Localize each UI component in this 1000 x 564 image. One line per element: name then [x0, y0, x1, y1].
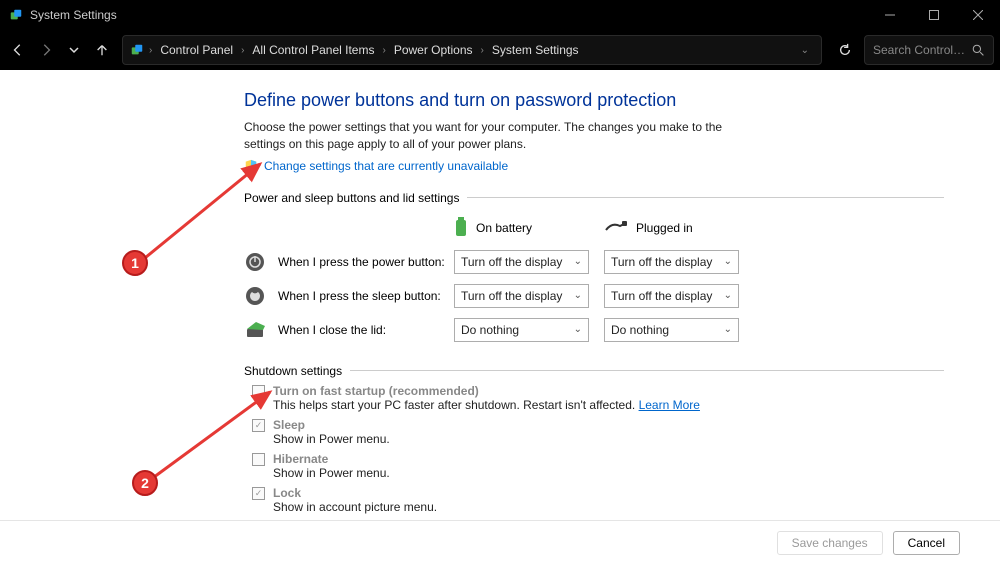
breadcrumb-item[interactable]: Power Options	[390, 43, 477, 57]
row-label: When I press the sleep button:	[278, 289, 441, 303]
chevron-down-icon: ⌄	[574, 256, 582, 267]
maximize-button[interactable]	[912, 0, 956, 30]
titlebar: System Settings	[0, 0, 1000, 30]
chevron-down-icon: ⌄	[724, 256, 732, 267]
opt-title: Lock	[273, 486, 437, 500]
chevron-right-icon: ›	[239, 45, 246, 56]
opt-fast-startup: Turn on fast startup (recommended) This …	[244, 384, 944, 412]
select-close-lid-plugged[interactable]: Do nothing⌄	[604, 318, 739, 342]
opt-desc: Show in Power menu.	[273, 432, 390, 446]
breadcrumb-icon	[129, 42, 145, 58]
refresh-button[interactable]	[830, 35, 860, 65]
navbar: › Control Panel › All Control Panel Item…	[0, 30, 1000, 70]
section-title-buttons: Power and sleep buttons and lid settings	[244, 191, 944, 205]
chevron-down-icon: ⌄	[574, 324, 582, 335]
select-sleep-button-battery[interactable]: Turn off the display⌄	[454, 284, 589, 308]
breadcrumb-item[interactable]: Control Panel	[156, 43, 237, 57]
shield-icon	[244, 159, 258, 173]
checkbox[interactable]	[252, 385, 265, 398]
save-button[interactable]: Save changes	[777, 531, 883, 555]
lid-icon	[244, 319, 266, 341]
breadcrumb[interactable]: › Control Panel › All Control Panel Item…	[122, 35, 822, 65]
annotation-badge-2: 2	[132, 470, 158, 496]
row-label: When I press the power button:	[278, 255, 445, 269]
opt-desc: Show in Power menu.	[273, 466, 390, 480]
search-input[interactable]: Search Control P...	[864, 35, 994, 65]
chevron-down-icon: ⌄	[574, 290, 582, 301]
annotation-badge-1: 1	[122, 250, 148, 276]
opt-desc: Show in account picture menu.	[273, 500, 437, 514]
window-title: System Settings	[30, 8, 117, 22]
search-placeholder: Search Control P...	[873, 43, 966, 57]
page-title: Define power buttons and turn on passwor…	[244, 90, 944, 111]
chevron-right-icon: ›	[147, 45, 154, 56]
change-settings-link-text[interactable]: Change settings that are currently unava…	[264, 159, 508, 173]
checkbox[interactable]	[252, 453, 265, 466]
chevron-right-icon: ›	[479, 45, 486, 56]
close-button[interactable]	[956, 0, 1000, 30]
opt-title: Sleep	[273, 418, 390, 432]
chevron-down-icon[interactable]: ⌄	[795, 45, 815, 56]
breadcrumb-item[interactable]: System Settings	[488, 43, 583, 57]
opt-desc: This helps start your PC faster after sh…	[273, 398, 700, 412]
power-row-sleep-button: When I press the sleep button: Turn off …	[244, 284, 944, 308]
col-plugged-in: Plugged in	[604, 220, 739, 237]
plug-icon	[604, 220, 628, 237]
battery-icon	[454, 217, 468, 240]
chevron-down-icon: ⌄	[724, 290, 732, 301]
section-title-shutdown: Shutdown settings	[244, 364, 944, 378]
chevron-right-icon: ›	[380, 45, 387, 56]
app-icon	[8, 7, 24, 23]
opt-title: Hibernate	[273, 452, 390, 466]
breadcrumb-item[interactable]: All Control Panel Items	[248, 43, 378, 57]
select-power-button-plugged[interactable]: Turn off the display⌄	[604, 250, 739, 274]
page: Define power buttons and turn on passwor…	[244, 90, 944, 514]
power-columns-header: On battery Plugged in	[244, 217, 944, 240]
change-settings-link[interactable]: Change settings that are currently unava…	[244, 159, 944, 173]
minimize-button[interactable]	[868, 0, 912, 30]
recent-dropdown[interactable]	[62, 38, 86, 62]
power-button-icon	[244, 251, 266, 273]
select-power-button-battery[interactable]: Turn off the display⌄	[454, 250, 589, 274]
forward-button[interactable]	[34, 38, 58, 62]
chevron-down-icon: ⌄	[724, 324, 732, 335]
footer: Save changes Cancel	[0, 520, 1000, 564]
up-button[interactable]	[90, 38, 114, 62]
power-row-close-lid: When I close the lid: Do nothing⌄ Do not…	[244, 318, 944, 342]
sleep-button-icon	[244, 285, 266, 307]
opt-title: Turn on fast startup (recommended)	[273, 384, 700, 398]
opt-lock: Lock Show in account picture menu.	[244, 486, 944, 514]
shutdown-settings: Turn on fast startup (recommended) This …	[244, 384, 944, 514]
select-sleep-button-plugged[interactable]: Turn off the display⌄	[604, 284, 739, 308]
back-button[interactable]	[6, 38, 30, 62]
select-close-lid-battery[interactable]: Do nothing⌄	[454, 318, 589, 342]
checkbox[interactable]	[252, 419, 265, 432]
window: System Settings › Control Panel › All Co…	[0, 0, 1000, 564]
power-row-power-button: When I press the power button: Turn off …	[244, 250, 944, 274]
page-intro: Choose the power settings that you want …	[244, 119, 764, 153]
search-icon	[972, 44, 985, 57]
learn-more-link[interactable]: Learn More	[639, 398, 700, 412]
col-on-battery: On battery	[454, 217, 589, 240]
checkbox[interactable]	[252, 487, 265, 500]
opt-hibernate: Hibernate Show in Power menu.	[244, 452, 944, 480]
content-area: Define power buttons and turn on passwor…	[0, 70, 1000, 564]
opt-sleep: Sleep Show in Power menu.	[244, 418, 944, 446]
row-label: When I close the lid:	[278, 323, 386, 337]
cancel-button[interactable]: Cancel	[893, 531, 960, 555]
